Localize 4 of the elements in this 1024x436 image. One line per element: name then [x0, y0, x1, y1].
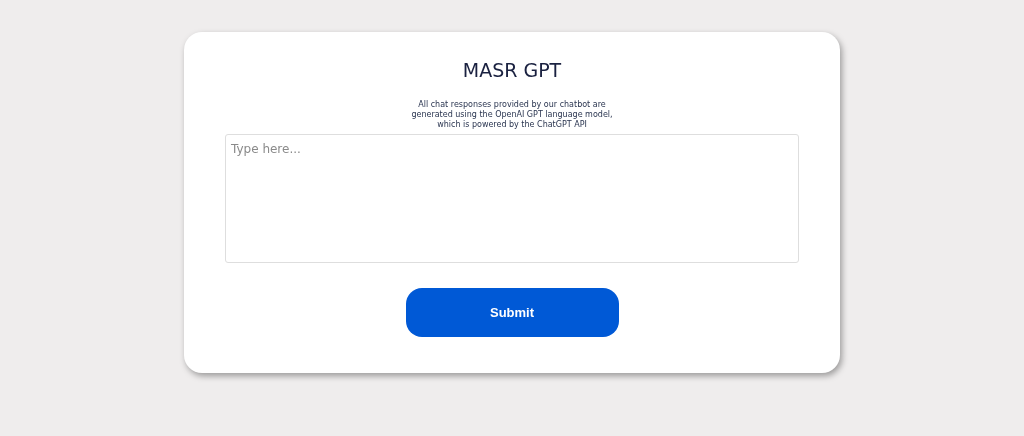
disclaimer-text: All chat responses provided by our chatbot are generated using the OpenAI GPT language model, which is powered by the ChatGPT API [411, 100, 613, 130]
page-title: MASR GPT [462, 58, 562, 82]
message-input[interactable]: Type here... [225, 134, 799, 263]
submit-button[interactable]: Submit [405, 288, 619, 337]
